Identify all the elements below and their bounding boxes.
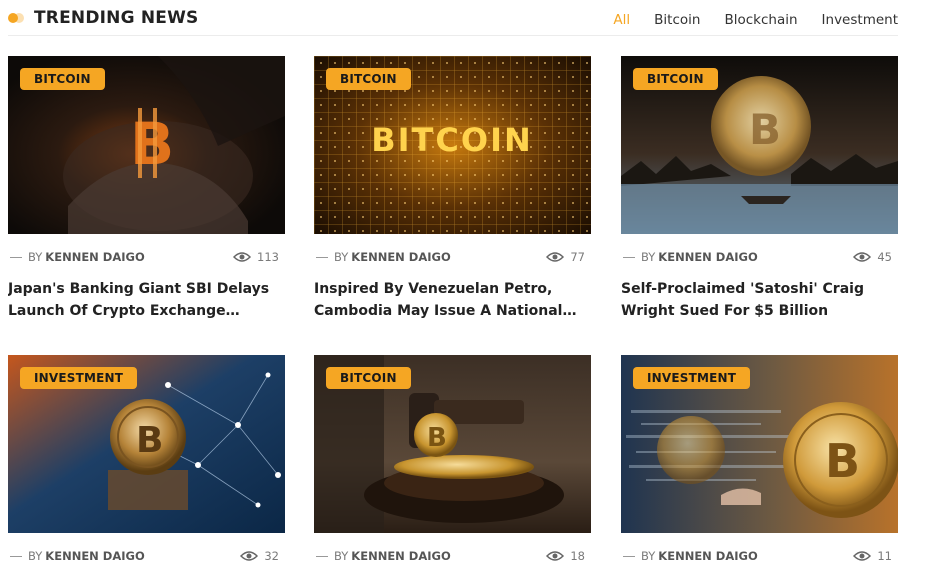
article-title[interactable]: Self-Proclaimed 'Satoshi' Craig Wright S… xyxy=(621,278,898,322)
byline: BY KENNEN DAIGO xyxy=(334,549,451,563)
by-label: BY xyxy=(641,549,656,563)
eye-icon xyxy=(546,551,565,561)
news-thumbnail[interactable]: BITCOIN BITCOIN xyxy=(314,56,591,234)
view-count-value: 11 xyxy=(877,549,892,563)
author-link[interactable]: KENNEN DAIGO xyxy=(45,250,144,264)
view-count: 18 xyxy=(546,549,585,563)
tab-blockchain[interactable]: Blockchain xyxy=(724,12,797,28)
category-badge[interactable]: BITCOIN xyxy=(20,68,105,90)
section-title-wrap: TRENDING NEWS xyxy=(8,8,199,28)
view-count-value: 77 xyxy=(570,250,585,264)
view-count-value: 18 xyxy=(570,549,585,563)
article-meta: BY KENNEN DAIGO 18 xyxy=(314,549,591,565)
dash-divider xyxy=(623,257,635,258)
news-card[interactable]: B INVESTMENT BY KENNEN DAIGO 32 xyxy=(8,355,285,565)
category-badge[interactable]: BITCOIN xyxy=(326,68,411,90)
article-meta: BY KENNEN DAIGO 77 xyxy=(314,250,591,266)
article-meta: BY KENNEN DAIGO 32 xyxy=(8,549,285,565)
byline: BY KENNEN DAIGO xyxy=(334,250,451,264)
author-link[interactable]: KENNEN DAIGO xyxy=(351,549,450,563)
category-badge[interactable]: INVESTMENT xyxy=(20,367,138,389)
view-count-value: 45 xyxy=(877,250,892,264)
title-line[interactable]: Cambodia May Issue A National… xyxy=(314,300,591,322)
news-card[interactable]: B INVESTMENT BY KENNEN DAIGO 11 xyxy=(621,355,898,565)
byline: BY KENNEN DAIGO xyxy=(28,250,145,264)
eye-icon xyxy=(853,551,872,561)
by-label: BY xyxy=(28,549,43,563)
category-badge[interactable]: BITCOIN xyxy=(326,367,411,389)
dash-divider xyxy=(316,556,328,557)
filter-tabs: All Bitcoin Blockchain Investment xyxy=(589,12,898,28)
author-link[interactable]: KENNEN DAIGO xyxy=(658,250,757,264)
title-line[interactable]: Japan's Banking Giant SBI Delays xyxy=(8,278,285,300)
eye-icon xyxy=(546,252,565,262)
svg-text:B: B xyxy=(427,423,447,453)
by-label: BY xyxy=(334,250,349,264)
byline: BY KENNEN DAIGO xyxy=(28,549,145,563)
news-card[interactable]: B BITCOIN BY KENNEN DAIGO 113 Japan's Ban… xyxy=(8,56,285,322)
news-thumbnail[interactable]: B BITCOIN xyxy=(314,355,591,533)
view-count: 113 xyxy=(233,250,279,264)
tab-bitcoin[interactable]: Bitcoin xyxy=(654,12,700,28)
news-thumbnail[interactable]: B BITCOIN xyxy=(621,56,898,234)
dash-divider xyxy=(623,556,635,557)
author-link[interactable]: KENNEN DAIGO xyxy=(45,549,144,563)
image-text: BITCOIN xyxy=(371,121,533,159)
tab-investment[interactable]: Investment xyxy=(822,12,898,28)
view-count: 32 xyxy=(240,549,279,563)
view-count-value: 32 xyxy=(264,549,279,563)
title-line[interactable]: Wright Sued For $5 Billion xyxy=(621,300,898,322)
article-meta: BY KENNEN DAIGO 45 xyxy=(621,250,898,266)
news-card[interactable]: B BITCOIN BY KENNEN DAIGO 18 xyxy=(314,355,591,565)
view-count-value: 113 xyxy=(257,250,279,264)
dash-divider xyxy=(316,257,328,258)
section-header: TRENDING NEWS All Bitcoin Blockchain Inv… xyxy=(8,0,898,36)
author-link[interactable]: KENNEN DAIGO xyxy=(351,250,450,264)
news-thumbnail[interactable]: B INVESTMENT xyxy=(621,355,898,533)
eye-icon xyxy=(233,252,252,262)
byline: BY KENNEN DAIGO xyxy=(641,549,758,563)
by-label: BY xyxy=(334,549,349,563)
eye-icon xyxy=(853,252,872,262)
author-link[interactable]: KENNEN DAIGO xyxy=(658,549,757,563)
category-badge[interactable]: BITCOIN xyxy=(633,68,718,90)
svg-text:B: B xyxy=(825,434,860,488)
view-count: 11 xyxy=(853,549,892,563)
dash-divider xyxy=(10,257,22,258)
news-card[interactable]: B BITCOIN BY KENNEN DAIGO 45 Self-Proclai… xyxy=(621,56,898,322)
dash-divider xyxy=(10,556,22,557)
news-thumbnail[interactable]: B INVESTMENT xyxy=(8,355,285,533)
by-label: BY xyxy=(641,250,656,264)
article-meta: BY KENNEN DAIGO 113 xyxy=(8,250,285,266)
title-line[interactable]: Inspired By Venezuelan Petro, xyxy=(314,278,591,300)
tab-all[interactable]: All xyxy=(613,12,630,28)
title-line[interactable]: Self-Proclaimed 'Satoshi' Craig xyxy=(621,278,898,300)
article-meta: BY KENNEN DAIGO 11 xyxy=(621,549,898,565)
category-badge[interactable]: INVESTMENT xyxy=(633,367,751,389)
dot-icon xyxy=(8,12,26,24)
svg-text:B: B xyxy=(136,420,163,461)
view-count: 77 xyxy=(546,250,585,264)
eye-icon xyxy=(240,551,259,561)
article-title[interactable]: Inspired By Venezuelan Petro, Cambodia M… xyxy=(314,278,591,322)
by-label: BY xyxy=(28,250,43,264)
article-title[interactable]: Japan's Banking Giant SBI Delays Launch … xyxy=(8,278,285,322)
section-title: TRENDING NEWS xyxy=(34,8,199,28)
svg-text:B: B xyxy=(130,110,174,178)
title-line[interactable]: Launch Of Crypto Exchange… xyxy=(8,300,285,322)
view-count: 45 xyxy=(853,250,892,264)
news-thumbnail[interactable]: B BITCOIN xyxy=(8,56,285,234)
svg-text:B: B xyxy=(749,105,781,154)
byline: BY KENNEN DAIGO xyxy=(641,250,758,264)
news-card[interactable]: BITCOIN BITCOIN BY KENNEN DAIGO 77 Inspir… xyxy=(314,56,591,322)
